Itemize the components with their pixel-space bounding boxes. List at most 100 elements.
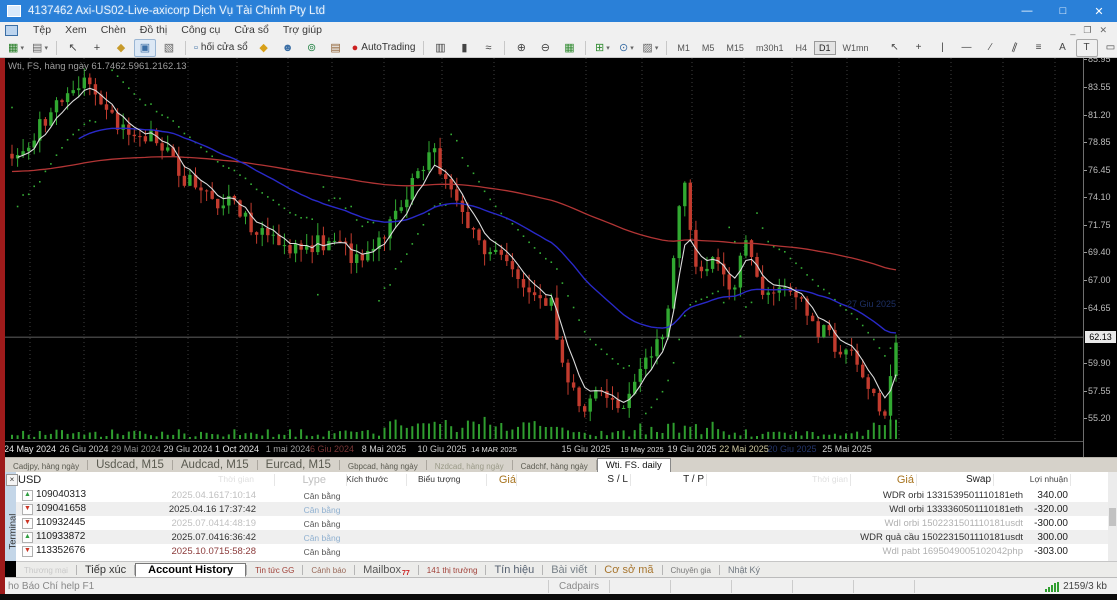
channel-tool[interactable]: ∥ xyxy=(1004,39,1026,57)
tile-windows-button[interactable]: ▦ xyxy=(558,39,580,57)
terminal-tab-cảnh-báo[interactable]: Cảnh báo xyxy=(303,566,354,575)
candlestick-plot[interactable] xyxy=(5,58,1083,441)
chart-window-icon[interactable] xyxy=(5,24,18,36)
terminal-tab-account-history[interactable]: Account History xyxy=(135,563,247,577)
chart-tab-cadchf[interactable]: Cadchf, hàng ngày xyxy=(513,461,596,472)
timeframe-m15-button[interactable]: M15 xyxy=(721,41,749,55)
menu-item-xem[interactable]: Xem xyxy=(58,24,94,36)
indicators-icon: ⊞ xyxy=(595,42,605,54)
crosshair-tool[interactable]: + xyxy=(908,39,930,57)
shapes-button[interactable]: ◆ xyxy=(110,39,132,57)
cursor-mode-button[interactable]: ↖ xyxy=(62,39,84,57)
menu-item-tệp[interactable]: Tệp xyxy=(26,24,58,36)
terminal-tab-mailbox[interactable]: Mailbox 77 xyxy=(355,564,418,577)
column-header-type[interactable]: Lype xyxy=(303,474,326,486)
chart-tab-wti[interactable]: Wti. FS. daily xyxy=(596,458,671,472)
web-terminal-button[interactable]: ⊚ xyxy=(301,39,323,57)
timeframe-m30h1-button[interactable]: m30h1 xyxy=(751,41,789,55)
news-button[interactable]: ▤ xyxy=(325,39,347,57)
timeframe-h4-button[interactable]: H4 xyxy=(790,41,812,55)
column-header-size[interactable]: Kích thước xyxy=(346,474,388,484)
minimize-button[interactable]: — xyxy=(1009,0,1045,22)
mdi-restore-button[interactable]: ❐ xyxy=(1083,25,1091,36)
zoom-out-button[interactable]: ⊖ xyxy=(534,39,556,57)
zoom-in-button[interactable]: ⊕ xyxy=(510,39,532,57)
terminal-tab-nhật-ký[interactable]: Nhật Ký xyxy=(720,565,768,575)
terminal-tab-tiếp-xúc[interactable]: Tiếp xúc xyxy=(77,564,134,576)
price-tick-label: 81.20 xyxy=(1084,109,1111,120)
menu-item-chèn[interactable]: Chèn xyxy=(94,24,133,36)
timeframe-w1mn-button[interactable]: W1mn xyxy=(838,41,874,55)
column-header-tp[interactable]: T / P xyxy=(683,474,704,485)
column-header-usd[interactable]: USD xyxy=(18,474,41,486)
chart-tab-audcad[interactable]: Audcad, M15 xyxy=(173,458,257,472)
fibonacci-tool[interactable]: ≡ xyxy=(1028,39,1050,57)
terminal-close-icon[interactable]: × xyxy=(6,474,18,486)
history-row[interactable]: ▼ 113352676 2025.10.0715:58:28 Cân bằng Wdl … xyxy=(16,544,1108,558)
terminal-tab-chuyên-gia[interactable]: Chuyên gia xyxy=(663,566,719,575)
date-tick-label: 8 Mai 2025 xyxy=(361,444,407,454)
chart-shift-button[interactable]: + xyxy=(86,39,108,57)
column-header-price-1[interactable]: Giá xyxy=(499,474,516,486)
chart-tab-nzdcad[interactable]: Nzdcad, hàng ngày xyxy=(427,461,512,472)
accounts-button[interactable]: ☻ xyxy=(277,39,299,57)
line-chart-button[interactable]: ≈ xyxy=(477,39,499,57)
templates-button[interactable]: ▨ ▾ xyxy=(639,39,661,57)
terminal-scrollbar[interactable] xyxy=(1108,472,1117,561)
candle-chart-button[interactable]: ▮ xyxy=(453,39,475,57)
chart-tab-eurcad[interactable]: Eurcad, M15 xyxy=(258,458,339,472)
terminal-tab-141-thị-trường[interactable]: 141 thị trường xyxy=(419,566,486,575)
close-button[interactable]: ✕ xyxy=(1081,0,1117,22)
chart-tab-usdcad[interactable]: Usdcad, M15 xyxy=(88,458,172,472)
chart-tab-gbpcad[interactable]: Gbpcad, hàng ngày xyxy=(340,461,426,472)
menu-item-công-cụ[interactable]: Công cụ xyxy=(174,24,227,36)
vline-tool[interactable]: | xyxy=(932,39,954,57)
chart-area[interactable]: Wti, FS, hàng ngày 61.7462.5961.2162.13 … xyxy=(0,58,1117,457)
price-tick-label: 74.10 xyxy=(1084,192,1111,203)
timeframe-m5-button[interactable]: M5 xyxy=(697,41,720,55)
label-tool[interactable]: T xyxy=(1075,38,1098,57)
menu-item-đồ-thị[interactable]: Đồ thị xyxy=(133,24,174,36)
column-header-sl[interactable]: S / L xyxy=(607,474,628,485)
shapes-tool[interactable]: ▭ xyxy=(1100,39,1117,57)
terminal-tab-tín-hiệu[interactable]: Tín hiệu xyxy=(486,564,542,576)
history-row[interactable]: ▲ 110933872 2025.07.0416:36:42 Cân bằng WDR … xyxy=(16,530,1108,544)
hline-tool[interactable]: — xyxy=(956,39,978,57)
profiles-icon: ▤ xyxy=(32,42,43,54)
column-header-time-ghost-2[interactable]: Thời gian xyxy=(812,474,848,484)
history-row[interactable]: ▼ 109041658 2025.04.16 17:37:42 Cân bằng Wdl… xyxy=(16,502,1108,516)
chart-shift-icon: + xyxy=(93,41,101,54)
periods-button[interactable]: ⊙ ▾ xyxy=(615,39,637,57)
new-chart-button[interactable]: ▦ ▾ xyxy=(5,39,27,57)
indicators-button[interactable]: ⊞ ▾ xyxy=(591,39,613,57)
cursor-tool[interactable]: ↖ xyxy=(884,39,906,57)
column-header-time-ghost-1[interactable]: Thời gian xyxy=(218,474,254,484)
new-order-button[interactable]: ◆ xyxy=(253,39,275,57)
history-row[interactable]: ▼ 110932445 2025.07.0414:48:19 Cân bằng Wdl … xyxy=(16,516,1108,530)
autotrading-button[interactable]: ● AutoTrading xyxy=(349,39,419,57)
column-header-profit[interactable]: Lợi nhuận xyxy=(1030,474,1068,484)
terminal-tab-cơ-sở-mã[interactable]: Cơ sở mã xyxy=(596,564,661,576)
chart-tab-cadjpy[interactable]: Cadjpy, hàng ngày xyxy=(5,461,87,472)
profiles-button[interactable]: ▤ ▾ xyxy=(29,39,51,57)
terminal-tab-tin-tức-gg[interactable]: Tin tức GG xyxy=(247,566,302,575)
column-header-swap[interactable]: Swap xyxy=(966,474,991,485)
trendline-tool[interactable]: ∕ xyxy=(980,39,1002,57)
bar-chart-button[interactable]: ▥ xyxy=(429,39,451,57)
mdi-minimize-button[interactable]: _ xyxy=(1070,25,1075,36)
history-row[interactable]: ▲ 109040313 2025.04.1617:10:14 Cân bằng WDR … xyxy=(16,488,1108,502)
column-header-symbol[interactable]: Biểu tượng xyxy=(418,474,460,484)
chart-window-button[interactable]: ▣ xyxy=(134,38,156,57)
new-window-button[interactable]: ▫ hối cửa sổ xyxy=(191,39,251,57)
data-window-button[interactable]: ▧ xyxy=(158,39,180,57)
timeframe-d1-button[interactable]: D1 xyxy=(813,40,836,55)
terminal-tab-bài-viết[interactable]: Bài viết xyxy=(543,564,595,576)
menu-item-cửa-sổ[interactable]: Cửa sổ xyxy=(227,24,275,36)
maximize-button[interactable]: □ xyxy=(1045,0,1081,22)
menu-item-trợ-giúp[interactable]: Trợ giúp xyxy=(276,24,329,36)
column-header-price-2[interactable]: Giá xyxy=(897,474,914,486)
timeframe-m1-button[interactable]: M1 xyxy=(672,41,695,55)
mdi-close-button[interactable]: ✕ xyxy=(1099,25,1107,36)
text-tool[interactable]: A xyxy=(1052,39,1074,57)
terminal-tab-thương-mại[interactable]: Thương mại xyxy=(16,566,76,575)
